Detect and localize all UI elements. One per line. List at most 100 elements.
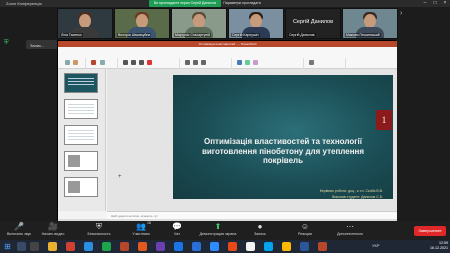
app-icon[interactable] — [264, 242, 273, 251]
thumbnail-lines — [68, 130, 94, 131]
participant-name: Вікторія Шмовкуйна — [117, 33, 152, 37]
slide-thumbnail[interactable] — [64, 73, 98, 93]
shield-icon: ⛨ — [96, 222, 102, 231]
record-button[interactable]: ● Запись — [243, 221, 277, 240]
slide-thumbnail[interactable] — [64, 99, 98, 119]
participants-button[interactable]: 👥 Участники — [124, 221, 158, 240]
slide-canvas: 1 Оптимізація властивостей та технології… — [107, 69, 397, 211]
toolbar-label: Запись — [254, 232, 266, 236]
participant-tile[interactable]: Ліна Гасенко — [57, 8, 113, 39]
face — [364, 14, 376, 28]
paste-icon[interactable] — [65, 60, 70, 65]
thumbnail-picture — [68, 155, 80, 167]
app-icon[interactable] — [156, 242, 165, 251]
thumbnail-lines — [68, 78, 94, 79]
slide-student: Виконав студент: Данилов С.Б. — [332, 195, 383, 199]
thumbnail-picture — [68, 181, 80, 193]
slide-thumbnail[interactable] — [64, 177, 98, 197]
align-icon[interactable] — [201, 60, 206, 65]
face — [193, 14, 205, 28]
app-icon[interactable] — [138, 242, 147, 251]
new-slide-icon[interactable] — [91, 60, 96, 65]
taskbar-clock[interactable]: 12:59 16.12.2021 — [418, 241, 448, 251]
participant-tile[interactable]: Маргуліс Стасартулій — [171, 8, 227, 39]
bullets-icon[interactable] — [185, 60, 190, 65]
toolbar-label: Включить звук — [7, 232, 31, 236]
zoom-window: Zoom Конференція Ви проглядаєте екран Се… — [0, 0, 450, 253]
app-icon[interactable] — [174, 242, 183, 251]
toolbar-label: Начать видео — [41, 232, 65, 236]
task-view-icon[interactable] — [30, 242, 39, 251]
windows-start-icon[interactable]: ⊞ — [3, 242, 12, 251]
screen-share-banner: Ви проглядаєте екран Сергій Данилов — [149, 0, 221, 7]
participant-tile-active[interactable]: Сергій Данилов Сергій Данилов — [285, 8, 341, 39]
end-meeting-button[interactable]: Завершение — [414, 226, 446, 236]
word-icon[interactable] — [300, 242, 309, 251]
participants-icon: 👥 — [136, 222, 146, 231]
reactions-button[interactable]: ☺ Реакции — [288, 221, 322, 240]
powerpoint-window: Оптимізація властивостей ... - PowerPoin… — [57, 40, 397, 222]
security-button[interactable]: ⛨ Безопасность — [82, 221, 116, 240]
view-options-button[interactable]: Параметри проглядати — [222, 0, 262, 7]
clock-date: 16.12.2021 — [430, 246, 448, 250]
more-icon: ⋯ — [346, 222, 354, 231]
numbering-icon[interactable] — [193, 60, 198, 65]
toolbar-label: Безопасность — [87, 232, 111, 236]
cursor-icon: + — [118, 174, 122, 180]
language-indicator[interactable]: УКР — [372, 243, 380, 248]
font-color-icon[interactable] — [147, 60, 152, 65]
app-icon[interactable] — [282, 242, 291, 251]
file-explorer-icon[interactable] — [48, 242, 57, 251]
styles-icon[interactable] — [253, 60, 258, 65]
toolbar-label: Реакции — [298, 232, 312, 236]
ppt-ribbon — [58, 47, 397, 72]
gallery-next-icon[interactable]: › — [400, 10, 402, 17]
slide-thumbnail[interactable] — [64, 151, 98, 171]
powerpoint-icon[interactable] — [120, 242, 129, 251]
shield-check-icon: ⛨ — [4, 40, 9, 46]
slide[interactable]: 1 Оптимізація властивостей та технології… — [173, 75, 393, 199]
reactions-icon: ☺ — [300, 222, 310, 231]
share-screen-icon: ⬆ — [214, 222, 222, 231]
slide-title: Оптимізація властивостей та технології в… — [201, 137, 365, 165]
layout-icon[interactable] — [100, 60, 105, 65]
thumbnail-lines — [68, 104, 94, 105]
italic-icon[interactable] — [131, 60, 136, 65]
participant-tile[interactable]: Вікторія Шмовкуйна — [114, 8, 170, 39]
participant-name: Ліна Гасенко — [60, 33, 83, 37]
video-button[interactable]: 🎥 Начать видео — [36, 221, 70, 240]
toolbar-label: Демонстрация экрана — [199, 232, 237, 236]
chrome-icon[interactable] — [246, 242, 255, 251]
bold-icon[interactable] — [123, 60, 128, 65]
app-icon[interactable] — [192, 242, 201, 251]
chat-button[interactable]: 💬 Чат — [160, 221, 194, 240]
toolbar-label: Чат — [174, 232, 180, 236]
share-screen-button[interactable]: ⬆ Демонстрация экрана — [196, 221, 240, 240]
arrange-icon[interactable] — [245, 60, 250, 65]
zoom-icon[interactable] — [210, 242, 219, 251]
cut-icon[interactable] — [73, 60, 78, 65]
notes-pane[interactable]: Щоб додати нотатки, клацніть тут — [107, 211, 397, 219]
close-icon[interactable]: × — [440, 0, 450, 7]
participant-tile[interactable]: Сергій Карпушін — [228, 8, 284, 39]
participant-tile[interactable]: Максим Пешинський — [342, 8, 398, 39]
more-button[interactable]: ⋯ Дополнительно — [330, 221, 370, 240]
app-icon[interactable] — [102, 242, 111, 251]
maximize-icon[interactable]: □ — [430, 0, 440, 7]
slide-thumbnail[interactable] — [64, 125, 98, 145]
app-icon[interactable] — [66, 242, 75, 251]
recording-label: Запис... — [30, 43, 45, 48]
participant-name: Маргуліс Стасартулій — [174, 33, 212, 37]
minimize-icon[interactable]: – — [420, 0, 430, 7]
slide-supervisor: Керівник роботи: доц., к.т.н. Скоба В.В. — [319, 189, 383, 193]
chat-icon: 💬 — [172, 222, 182, 231]
search-icon[interactable] — [17, 242, 26, 251]
underline-icon[interactable] — [139, 60, 144, 65]
shapes-icon[interactable] — [237, 60, 242, 65]
face — [136, 14, 148, 28]
find-icon[interactable] — [309, 60, 314, 65]
mute-button[interactable]: 🎤 Включить звук — [2, 221, 36, 240]
app-icon[interactable] — [228, 242, 237, 251]
powerpoint-icon[interactable] — [318, 242, 327, 251]
app-icon[interactable] — [84, 242, 93, 251]
